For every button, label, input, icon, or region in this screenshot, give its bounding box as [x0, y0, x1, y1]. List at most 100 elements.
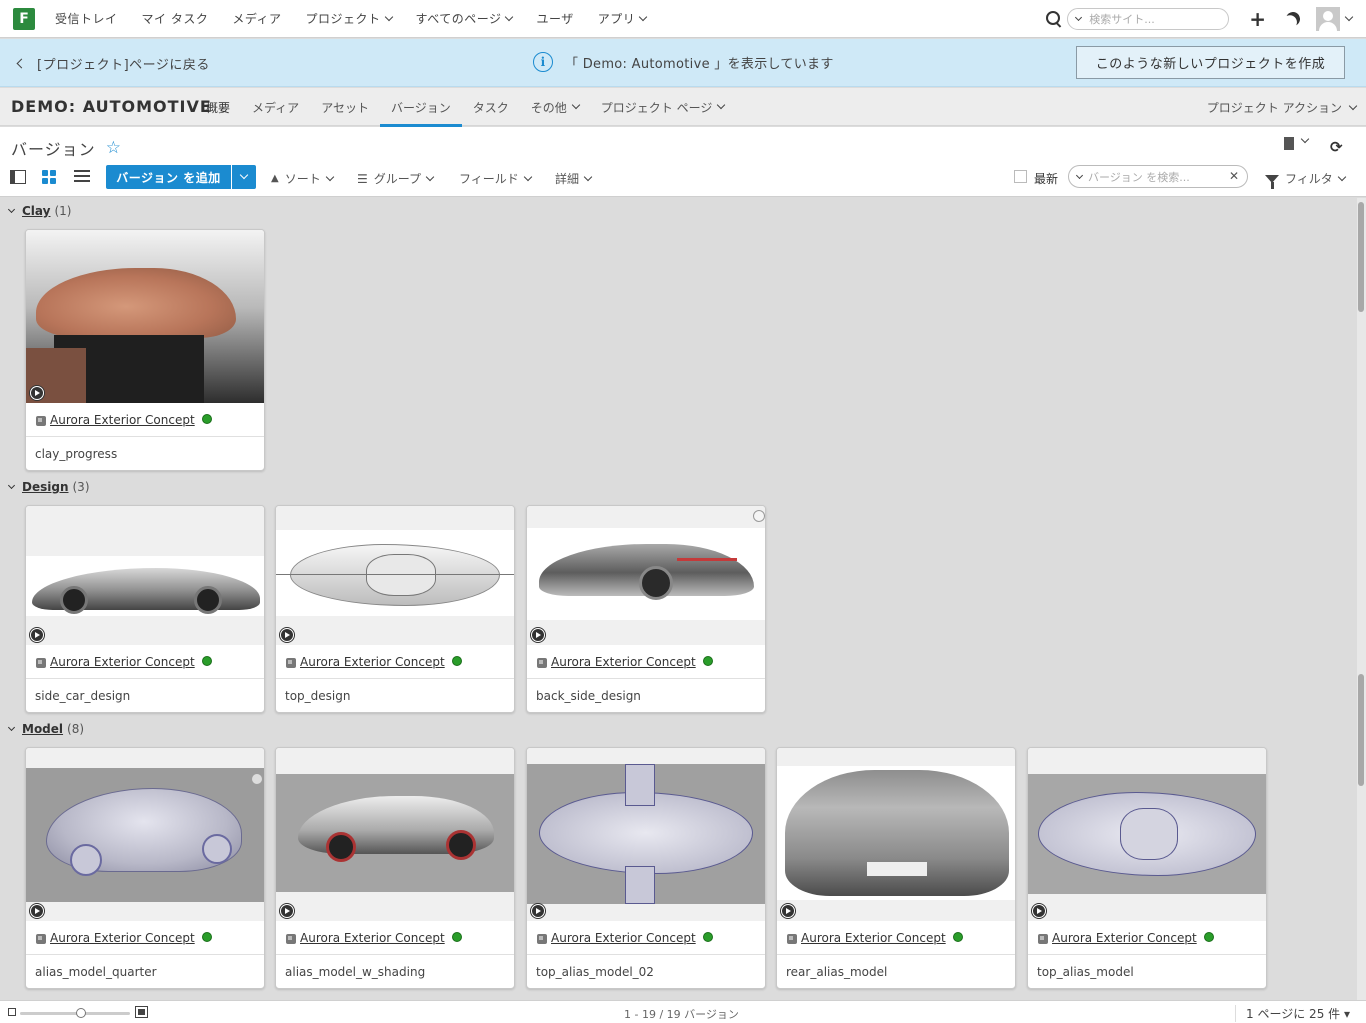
version-thumbnail[interactable]	[777, 748, 1015, 921]
project-actions-menu[interactable]: プロジェクト アクション	[1207, 99, 1358, 116]
chevron-down-icon[interactable]	[1075, 171, 1084, 179]
group-name[interactable]: Model	[22, 722, 63, 736]
play-icon[interactable]	[280, 904, 294, 918]
version-card[interactable]: Aurora Exterior Concept rear_alias_model	[776, 747, 1016, 989]
avatar[interactable]	[1316, 7, 1340, 31]
chevron-down-icon[interactable]	[1075, 13, 1083, 22]
tab-versions[interactable]: バージョン	[379, 88, 462, 127]
select-circle-icon[interactable]	[252, 774, 262, 784]
project-name[interactable]: DEMO: AUTOMOTIVE	[11, 97, 212, 116]
list-view-icon[interactable]	[74, 170, 90, 184]
version-card[interactable]: Aurora Exterior Concept top_design	[275, 505, 515, 713]
thumbnail-size-slider[interactable]	[20, 1012, 130, 1015]
entity-link[interactable]: Aurora Exterior Concept	[50, 413, 195, 427]
fields-menu[interactable]: フィールド	[459, 170, 533, 187]
version-card[interactable]: Aurora Exterior Concept top_alias_model_…	[526, 747, 766, 989]
play-icon[interactable]	[781, 904, 795, 918]
version-name[interactable]: alias_model_w_shading	[276, 955, 514, 988]
version-name[interactable]: rear_alias_model	[777, 955, 1015, 988]
entity-link[interactable]: Aurora Exterior Concept	[300, 931, 445, 945]
nav-all-pages[interactable]: すべてのページ	[404, 10, 525, 27]
chevron-down-icon[interactable]	[1300, 134, 1310, 144]
nav-media[interactable]: メディア	[220, 10, 293, 27]
group-menu[interactable]: ☰ グループ	[357, 170, 435, 187]
version-card[interactable]: Aurora Exterior Concept alias_model_quar…	[25, 747, 265, 989]
filter-menu[interactable]: フィルタ	[1265, 170, 1347, 189]
play-icon[interactable]	[531, 904, 545, 918]
nav-inbox[interactable]: 受信トレイ	[55, 10, 130, 27]
per-page-select[interactable]: 1 ページに 25 件 ▾	[1235, 1005, 1350, 1022]
tab-project-pages[interactable]: プロジェクト ページ	[590, 88, 736, 126]
entity-link[interactable]: Aurora Exterior Concept	[801, 931, 946, 945]
group-header-model[interactable]: Model (8)	[7, 722, 84, 736]
group-name[interactable]: Clay	[22, 204, 50, 218]
play-icon[interactable]	[280, 628, 294, 642]
version-thumbnail[interactable]	[527, 748, 765, 921]
more-menu[interactable]: 詳細	[555, 170, 593, 187]
add-version-dropdown-button[interactable]	[232, 165, 256, 189]
version-card[interactable]: Aurora Exterior Concept back_side_design	[526, 505, 766, 713]
tab-overview[interactable]: 概要	[196, 88, 241, 126]
play-icon[interactable]	[30, 904, 44, 918]
play-icon[interactable]	[30, 628, 44, 642]
scrollbar[interactable]	[1357, 198, 1366, 1000]
moon-icon[interactable]	[1284, 10, 1302, 28]
entity-link[interactable]: Aurora Exterior Concept	[1052, 931, 1197, 945]
grid-view-icon[interactable]	[42, 170, 58, 184]
tab-media[interactable]: メディア	[241, 88, 310, 126]
close-icon[interactable]: ✕	[1229, 169, 1239, 183]
detail-view-icon[interactable]	[10, 170, 26, 184]
version-name[interactable]: alias_model_quarter	[26, 955, 264, 988]
nav-projects[interactable]: プロジェクト	[294, 10, 404, 27]
search-icon[interactable]	[1045, 10, 1063, 28]
version-name[interactable]: top_design	[276, 679, 514, 712]
version-thumbnail[interactable]	[276, 748, 514, 921]
select-circle-icon[interactable]	[753, 510, 765, 522]
zoom-out-icon[interactable]	[8, 1008, 16, 1016]
tab-tasks[interactable]: タスク	[462, 88, 520, 126]
create-similar-project-button[interactable]: このような新しいプロジェクトを作成	[1076, 46, 1345, 79]
sort-menu[interactable]: ▲ ソート	[271, 170, 334, 187]
version-name[interactable]: back_side_design	[527, 679, 765, 712]
add-version-button[interactable]: バージョン を追加	[106, 165, 231, 189]
version-thumbnail[interactable]	[1028, 748, 1266, 921]
group-header-design[interactable]: Design (3)	[7, 480, 90, 494]
play-icon[interactable]	[1032, 904, 1046, 918]
back-to-projects-link[interactable]: [プロジェクト]ページに戻る	[16, 54, 210, 73]
version-card[interactable]: Aurora Exterior Concept clay_progress	[25, 229, 265, 471]
nav-apps[interactable]: アプリ	[586, 10, 659, 27]
version-thumbnail[interactable]	[26, 506, 264, 645]
tab-assets[interactable]: アセット	[310, 88, 380, 126]
chevron-down-icon[interactable]	[1344, 12, 1354, 22]
scrollbar-thumb[interactable]	[1358, 202, 1364, 312]
version-search-input[interactable]: バージョン を検索... ✕	[1068, 165, 1248, 188]
refresh-icon[interactable]: ⟳	[1330, 138, 1343, 156]
group-name[interactable]: Design	[22, 480, 69, 494]
latest-checkbox[interactable]	[1014, 170, 1027, 183]
slider-handle[interactable]	[76, 1008, 86, 1018]
site-search-input[interactable]: 検索サイト...	[1067, 8, 1230, 30]
entity-link[interactable]: Aurora Exterior Concept	[50, 931, 195, 945]
scrollbar-thumb-secondary[interactable]	[1358, 674, 1364, 786]
entity-link[interactable]: Aurora Exterior Concept	[300, 655, 445, 669]
star-icon[interactable]: ☆	[106, 138, 122, 158]
zoom-in-icon[interactable]	[135, 1006, 148, 1018]
entity-link[interactable]: Aurora Exterior Concept	[50, 655, 195, 669]
entity-link[interactable]: Aurora Exterior Concept	[551, 655, 696, 669]
nav-my-tasks[interactable]: マイ タスク	[130, 10, 221, 27]
version-card[interactable]: Aurora Exterior Concept alias_model_w_sh…	[275, 747, 515, 989]
tab-other[interactable]: その他	[520, 88, 590, 126]
version-thumbnail[interactable]	[26, 230, 264, 403]
play-icon[interactable]	[30, 386, 44, 400]
version-card[interactable]: Aurora Exterior Concept top_alias_model	[1027, 747, 1267, 989]
version-thumbnail[interactable]	[26, 748, 264, 921]
version-name[interactable]: side_car_design	[26, 679, 264, 712]
version-thumbnail[interactable]	[527, 506, 765, 645]
document-icon[interactable]	[1284, 137, 1294, 150]
app-logo-icon[interactable]: F	[13, 7, 35, 30]
version-card[interactable]: Aurora Exterior Concept side_car_design	[25, 505, 265, 713]
plus-icon[interactable]: +	[1249, 9, 1266, 29]
entity-link[interactable]: Aurora Exterior Concept	[551, 931, 696, 945]
version-name[interactable]: top_alias_model_02	[527, 955, 765, 988]
version-name[interactable]: top_alias_model	[1028, 955, 1266, 988]
